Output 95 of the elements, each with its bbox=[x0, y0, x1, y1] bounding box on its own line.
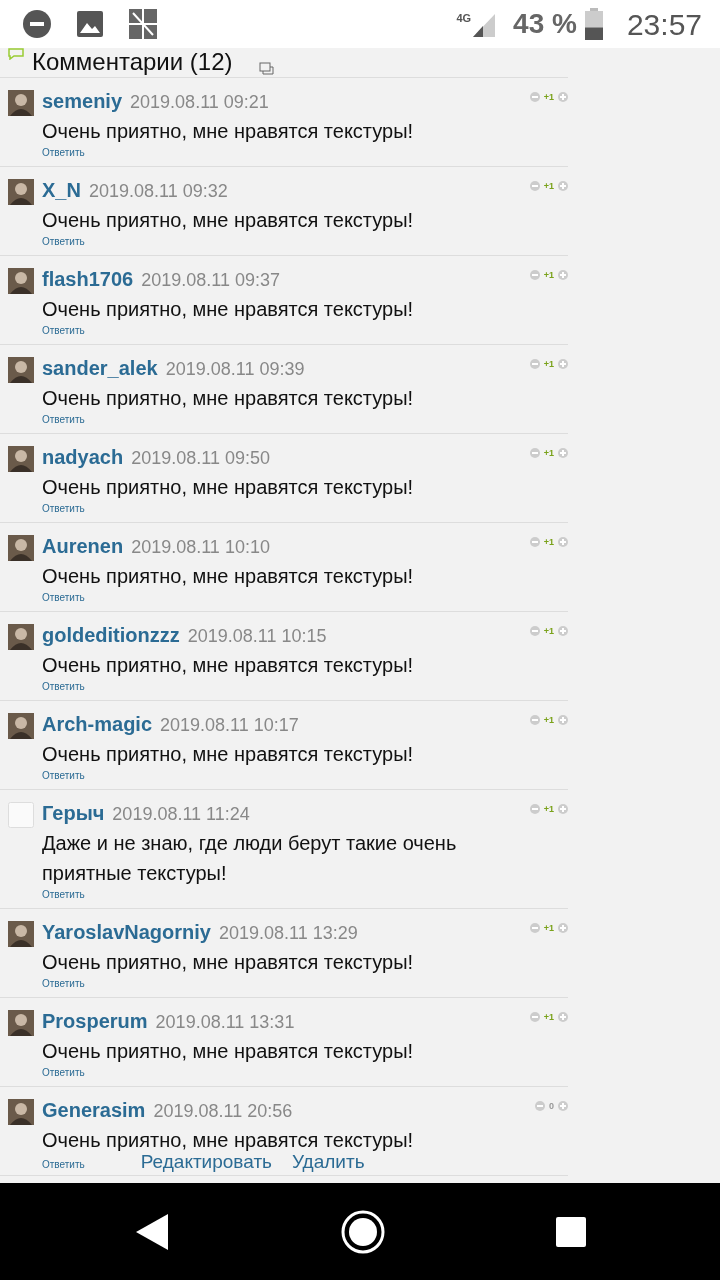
comment-text: Очень приятно, мне нравятся текстуры! bbox=[42, 950, 415, 975]
author-link[interactable]: Generasim bbox=[42, 1097, 146, 1123]
reply-link[interactable]: Ответить bbox=[42, 413, 85, 427]
comment-date: 2019.08.11 09:37 bbox=[141, 269, 280, 292]
comment-text: Очень приятно, мне нравятся текстуры! bbox=[42, 297, 415, 322]
author-link[interactable]: Prosperum bbox=[42, 1008, 148, 1034]
vote-score: +1 bbox=[543, 180, 554, 193]
minus-circle-icon[interactable] bbox=[529, 715, 540, 725]
reply-link[interactable]: Ответить bbox=[42, 1158, 85, 1172]
comment-date: 2019.08.11 10:17 bbox=[160, 714, 299, 737]
author-link[interactable]: goldeditionzzz bbox=[42, 622, 180, 648]
minus-circle-icon[interactable] bbox=[529, 804, 540, 814]
comment-text: Очень приятно, мне нравятся текстуры! bbox=[42, 119, 415, 144]
author-link[interactable]: Герыч bbox=[42, 800, 105, 826]
battery-icon bbox=[584, 8, 603, 40]
author-link[interactable]: Arch-magic bbox=[42, 711, 153, 737]
minus-circle-icon[interactable] bbox=[529, 626, 540, 636]
reply-link[interactable]: Ответить bbox=[42, 502, 85, 516]
minus-circle-icon[interactable] bbox=[529, 92, 540, 102]
plus-circle-icon[interactable] bbox=[558, 537, 568, 547]
comment-date: 2019.08.11 09:39 bbox=[165, 358, 305, 381]
windows-icon bbox=[258, 62, 275, 76]
image-icon bbox=[76, 10, 104, 38]
minus-circle-icon[interactable] bbox=[529, 270, 540, 280]
vote-score: +1 bbox=[543, 714, 554, 727]
author-link[interactable]: semeniy bbox=[42, 88, 123, 114]
comment-date: 2019.08.11 13:31 bbox=[155, 1011, 295, 1034]
section-title: Комментарии (12) bbox=[32, 48, 233, 76]
plus-circle-icon[interactable] bbox=[558, 715, 568, 725]
comment-date: 2019.08.11 09:50 bbox=[131, 447, 270, 470]
author-link[interactable]: X_N bbox=[42, 177, 81, 203]
comment-date: 2019.08.11 10:15 bbox=[187, 625, 327, 648]
minus-circle-icon[interactable] bbox=[529, 923, 540, 933]
reply-link[interactable]: Ответить bbox=[42, 1066, 85, 1080]
minus-circle-icon[interactable] bbox=[529, 448, 540, 458]
vote-score: +1 bbox=[543, 536, 554, 549]
author-link[interactable]: Aurenen bbox=[42, 533, 124, 559]
reply-link[interactable]: Ответить bbox=[42, 977, 85, 991]
network-label: 4G bbox=[456, 11, 472, 26]
recents-icon[interactable] bbox=[556, 1216, 587, 1247]
comment-date: 2019.08.11 20:56 bbox=[153, 1100, 293, 1123]
home-icon[interactable] bbox=[341, 1209, 385, 1254]
plus-circle-icon[interactable] bbox=[558, 92, 568, 102]
plus-circle-icon[interactable] bbox=[558, 181, 568, 191]
vote-score: 0 bbox=[549, 1100, 554, 1113]
plus-circle-icon[interactable] bbox=[558, 804, 568, 814]
comment-text: Очень приятно, мне нравятся текстуры! bbox=[42, 653, 415, 678]
minus-circle-icon[interactable] bbox=[529, 1012, 540, 1022]
comment-date: 2019.08.11 13:29 bbox=[218, 922, 358, 945]
vote-score: +1 bbox=[543, 447, 554, 460]
reply-link[interactable]: Ответить bbox=[42, 769, 85, 783]
plus-circle-icon[interactable] bbox=[558, 1012, 568, 1022]
minus-circle-icon[interactable] bbox=[529, 359, 540, 369]
minus-circle-icon bbox=[22, 9, 52, 39]
reply-link[interactable]: Ответить bbox=[42, 888, 85, 902]
comment-text: Очень приятно, мне нравятся текстуры! bbox=[42, 475, 415, 500]
plus-circle-icon[interactable] bbox=[558, 923, 568, 933]
comment-date: 2019.08.11 10:10 bbox=[131, 536, 270, 559]
plus-circle-icon[interactable] bbox=[558, 359, 568, 369]
plus-circle-icon[interactable] bbox=[558, 448, 568, 458]
vote-score: +1 bbox=[543, 1011, 554, 1024]
comment-icon bbox=[8, 48, 24, 60]
author-link[interactable]: nadyach bbox=[42, 444, 124, 470]
reply-link[interactable]: Ответить bbox=[42, 146, 85, 160]
plus-circle-icon[interactable] bbox=[558, 1101, 568, 1111]
vote-score: +1 bbox=[543, 625, 554, 638]
plus-circle-icon[interactable] bbox=[558, 626, 568, 636]
comment-text: Очень приятно, мне нравятся текстуры! bbox=[42, 742, 415, 767]
plus-circle-icon[interactable] bbox=[558, 270, 568, 280]
vote-score: +1 bbox=[543, 269, 554, 282]
comment-date: 2019.08.11 09:21 bbox=[130, 91, 269, 114]
vote-score: +1 bbox=[543, 358, 554, 371]
minus-circle-icon[interactable] bbox=[535, 1101, 545, 1111]
reply-link[interactable]: Ответить bbox=[42, 324, 85, 338]
comment-text: Даже и не знаю, где люди берут такие очень приятные текстуры! bbox=[42, 831, 458, 886]
comment-date: 2019.08.11 09:32 bbox=[88, 180, 228, 203]
comment-text: Очень приятно, мне нравятся текстуры! bbox=[42, 208, 415, 233]
comment-date: 2019.08.11 11:24 bbox=[112, 803, 250, 826]
author-link[interactable]: sander_alek bbox=[42, 355, 158, 381]
clock: 23:57 bbox=[626, 6, 702, 43]
vote-score: +1 bbox=[543, 922, 554, 935]
author-link[interactable]: YaroslavNagorniy bbox=[42, 919, 211, 945]
author-link[interactable]: flash1706 bbox=[42, 266, 134, 292]
battery-percent: 43 % bbox=[513, 7, 577, 41]
reply-link[interactable]: Ответить bbox=[42, 591, 85, 605]
comment-text: Очень приятно, мне нравятся текстуры! bbox=[42, 1128, 415, 1153]
minus-circle-icon[interactable] bbox=[529, 181, 540, 191]
reply-link[interactable]: Ответить bbox=[42, 680, 85, 694]
vote-score: +1 bbox=[543, 91, 554, 104]
comment-text: Очень приятно, мне нравятся текстуры! bbox=[42, 564, 415, 589]
comment-text: Очень приятно, мне нравятся текстуры! bbox=[42, 1039, 415, 1064]
minus-circle-icon[interactable] bbox=[529, 537, 540, 547]
comment-text: Очень приятно, мне нравятся текстуры! bbox=[42, 386, 415, 411]
reply-link[interactable]: Ответить bbox=[42, 235, 85, 249]
vote-score: +1 bbox=[543, 803, 554, 816]
